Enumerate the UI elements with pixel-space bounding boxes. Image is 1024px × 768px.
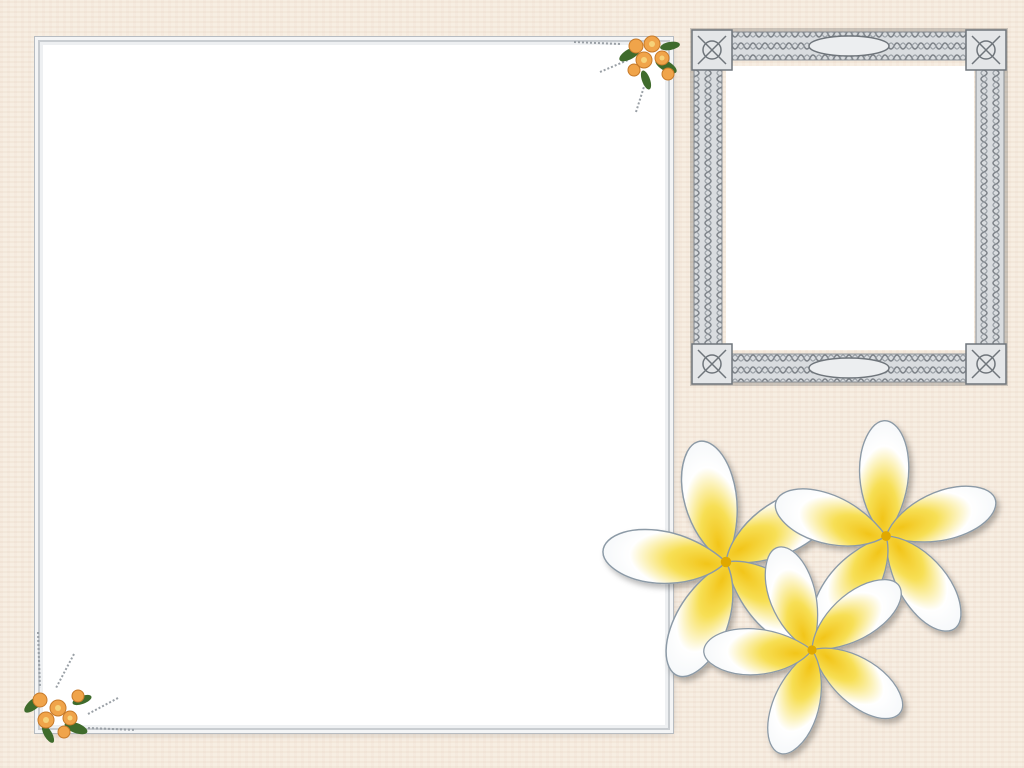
celtic-knot-frame — [690, 28, 1008, 386]
rose-bouquet-top — [570, 24, 690, 124]
plumeria-cluster — [590, 410, 1024, 768]
large-photo-frame — [38, 40, 670, 730]
rose-bouquet-bottom — [18, 628, 142, 746]
small-photo-area — [726, 66, 974, 350]
